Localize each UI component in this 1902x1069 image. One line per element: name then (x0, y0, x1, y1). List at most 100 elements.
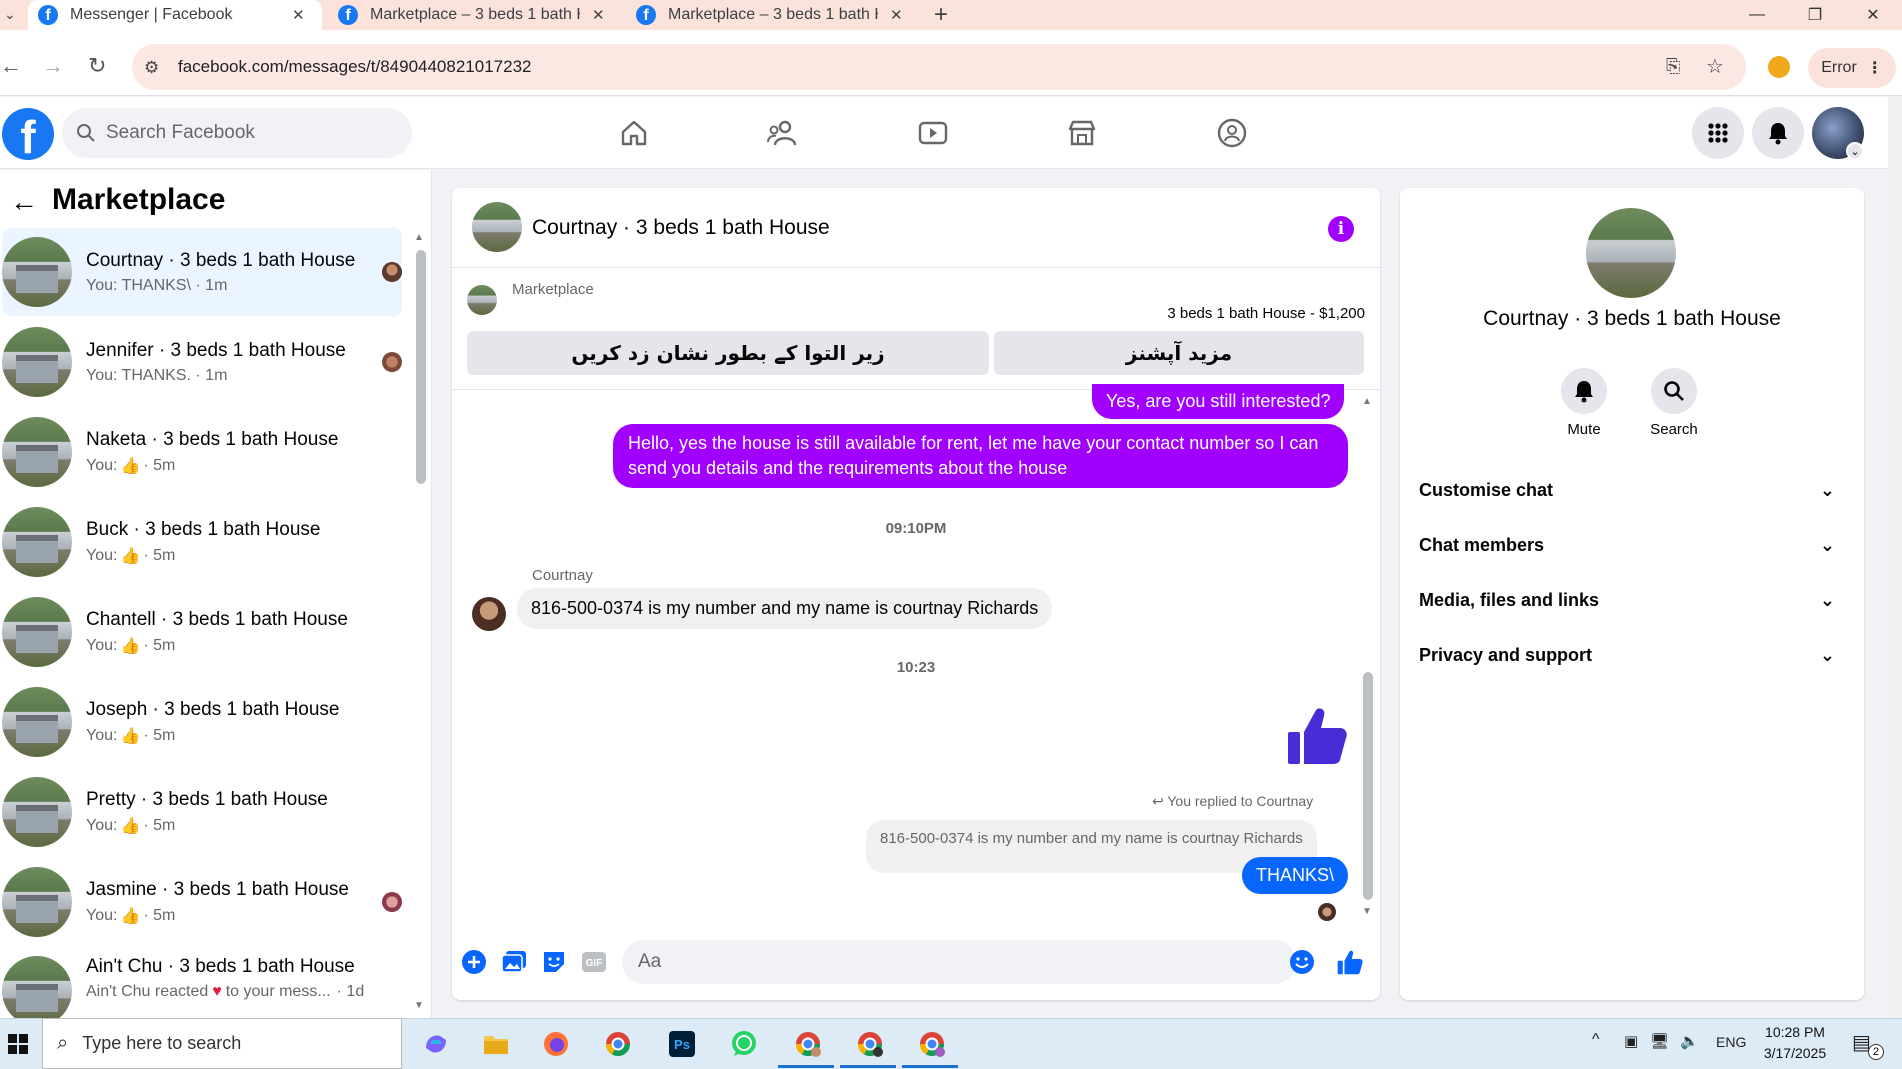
chrome-profile-icon[interactable] (852, 1026, 888, 1062)
close-tab-icon[interactable]: ✕ (890, 6, 903, 24)
info-icon[interactable]: i (1328, 216, 1354, 242)
tab-title: Marketplace – 3 beds 1 bath Ho (370, 6, 580, 23)
groups-icon[interactable] (1212, 113, 1252, 153)
like-send-icon[interactable] (1336, 948, 1364, 976)
privacy-support-section[interactable]: Privacy and support ⌄ (1419, 635, 1849, 675)
marketplace-icon[interactable] (1062, 113, 1102, 153)
outgoing-message[interactable]: Yes, are you still interested? (1092, 384, 1345, 419)
video-icon[interactable] (913, 113, 953, 153)
file-explorer-icon[interactable] (478, 1026, 514, 1062)
outgoing-message[interactable]: THANKS\ (1242, 857, 1349, 894)
close-window-icon[interactable]: ✕ (1844, 0, 1902, 30)
scroll-up-icon[interactable]: ▲ (414, 232, 424, 243)
new-tab-button[interactable]: + (934, 1, 948, 29)
site-settings-icon[interactable]: ⚙ (144, 58, 159, 78)
scroll-up-icon[interactable]: ▲ (1362, 396, 1372, 407)
page-scrollbar[interactable] (1890, 97, 1902, 1018)
scroll-down-icon[interactable]: ▼ (414, 1000, 424, 1011)
profile-photo[interactable] (1586, 208, 1676, 298)
facebook-logo[interactable]: f (2, 108, 54, 160)
chrome-profile-icon[interactable] (790, 1026, 826, 1062)
large-like-icon[interactable] (1284, 702, 1350, 773)
restore-icon[interactable]: ❐ (1786, 0, 1844, 30)
whatsapp-icon[interactable] (726, 1026, 762, 1062)
url-text[interactable]: facebook.com/messages/t/8490440821017232 (178, 57, 531, 77)
install-app-icon[interactable]: ⎘ (1666, 56, 1680, 77)
close-tab-icon[interactable]: ✕ (592, 6, 605, 24)
outgoing-message[interactable]: Hello, yes the house is still available … (613, 424, 1348, 488)
back-arrow-icon[interactable]: ← (10, 186, 38, 218)
profile-avatar-icon[interactable] (1768, 56, 1790, 78)
taskbar-search-input[interactable]: ⌕ Type here to search (42, 1018, 402, 1069)
conversation-item[interactable]: Jasmine · 3 beds 1 bath House You: 👍 · 5m (2, 858, 402, 946)
language-indicator[interactable]: ENG (1716, 1034, 1746, 1050)
plus-circle-icon[interactable] (460, 948, 488, 976)
tab-messenger[interactable]: f Messenger | Facebook ✕ (28, 0, 322, 30)
svg-text:GIF: GIF (586, 958, 603, 969)
preview-time: · 5m (143, 906, 176, 924)
notifications-bell-icon[interactable] (1752, 107, 1804, 159)
chat-title[interactable]: Courtnay · 3 beds 1 bath House (532, 216, 830, 240)
conversation-item[interactable]: Chantell · 3 beds 1 bath House You: 👍 · 5m (2, 588, 402, 676)
show-hidden-icons-chevron-icon[interactable]: ^ (1592, 1031, 1600, 1049)
conversation-item[interactable]: Pretty · 3 beds 1 bath House You: 👍 · 5m (2, 768, 402, 856)
notification-count: 2 (1868, 1044, 1884, 1060)
kebab-menu-icon[interactable]: ⋮ (1867, 58, 1883, 78)
menu-grid-icon[interactable] (1692, 107, 1744, 159)
like-thumb-icon: 👍 (120, 457, 141, 475)
photo-icon[interactable] (500, 948, 528, 976)
listing-price: 3 beds 1 bath House - $1,200 (1167, 305, 1365, 322)
tab-marketplace-1[interactable]: f Marketplace – 3 beds 1 bath Ho ✕ (328, 0, 618, 30)
media-files-links-section[interactable]: Media, files and links ⌄ (1419, 580, 1849, 620)
close-tab-icon[interactable]: ✕ (292, 6, 305, 24)
sender-avatar[interactable] (472, 597, 506, 631)
windows-start-icon[interactable] (8, 1034, 28, 1059)
chrome-icon[interactable] (600, 1026, 636, 1062)
facebook-search-input[interactable]: Search Facebook (62, 108, 412, 158)
conversation-item[interactable]: Courtnay · 3 beds 1 bath House You: THANK… (2, 228, 402, 316)
chevron-down-icon[interactable]: ⌄ (1846, 142, 1864, 160)
photoshop-icon[interactable]: Ps (664, 1026, 700, 1062)
conversation-item[interactable]: Jennifer · 3 beds 1 bath House You: THANK… (2, 318, 402, 406)
message-input[interactable]: Aa (622, 940, 1296, 984)
tab-marketplace-2[interactable]: f Marketplace – 3 beds 1 bath Ho ✕ (626, 0, 916, 30)
chat-avatar[interactable] (472, 202, 522, 252)
conversation-item[interactable]: Ain't Chu · 3 beds 1 bath House Ain't Chu… (2, 948, 402, 1018)
error-button[interactable]: Error ⋮ (1808, 48, 1896, 88)
search-button[interactable] (1651, 368, 1697, 414)
home-icon[interactable] (614, 113, 654, 153)
tab-search-chevron-icon[interactable]: ⌄ (4, 6, 16, 23)
friends-icon[interactable] (763, 113, 803, 153)
conversation-item[interactable]: Buck · 3 beds 1 bath House You: 👍 · 5m (2, 498, 402, 586)
mute-button[interactable] (1561, 368, 1607, 414)
reload-icon[interactable]: ↻ (88, 53, 106, 79)
listing-thumbnail[interactable] (467, 285, 497, 315)
gif-icon[interactable]: GIF (580, 948, 608, 976)
incoming-message[interactable]: 816-500-0374 is my number and my name is… (517, 588, 1053, 629)
bookmark-star-icon[interactable]: ☆ (1706, 54, 1724, 79)
network-icon[interactable]: 🖥 (1650, 1032, 1669, 1050)
scroll-down-icon[interactable]: ▼ (1362, 906, 1372, 917)
mark-pending-button[interactable]: زیر التوا کے بطور نشان زد کریں (467, 331, 989, 375)
copilot-icon[interactable] (418, 1026, 454, 1062)
conversation-item[interactable]: Naketa · 3 beds 1 bath House You: 👍 · 5m (2, 408, 402, 496)
conversation-item[interactable]: Joseph · 3 beds 1 bath House You: 👍 · 5m (2, 678, 402, 766)
minimize-icon[interactable]: — (1728, 0, 1786, 30)
device-icon[interactable]: ▣ (1624, 1032, 1638, 1050)
facebook-favicon-icon: f (38, 5, 58, 25)
volume-muted-icon[interactable]: 🔈 (1680, 1032, 1699, 1050)
back-icon[interactable]: ← (0, 53, 22, 79)
conversations-scrollbar[interactable] (416, 250, 426, 484)
emoji-icon[interactable] (1288, 948, 1316, 976)
more-options-button[interactable]: مزید آپشنز (994, 331, 1364, 375)
sticker-icon[interactable] (540, 948, 568, 976)
firefox-icon[interactable] (538, 1026, 574, 1062)
chrome-profile-icon[interactable] (914, 1026, 950, 1062)
chat-members-section[interactable]: Chat members ⌄ (1419, 525, 1849, 565)
chat-scrollbar[interactable] (1363, 672, 1373, 900)
taskbar-clock[interactable]: 10:28 PM 3/17/2025 (1750, 1022, 1840, 1064)
forward-icon[interactable]: → (42, 53, 64, 79)
customise-chat-section[interactable]: Customise chat ⌄ (1419, 470, 1849, 510)
chevron-down-icon: ⌄ (1819, 534, 1835, 555)
conversation-name: Pretty · 3 beds 1 bath House (86, 788, 328, 810)
